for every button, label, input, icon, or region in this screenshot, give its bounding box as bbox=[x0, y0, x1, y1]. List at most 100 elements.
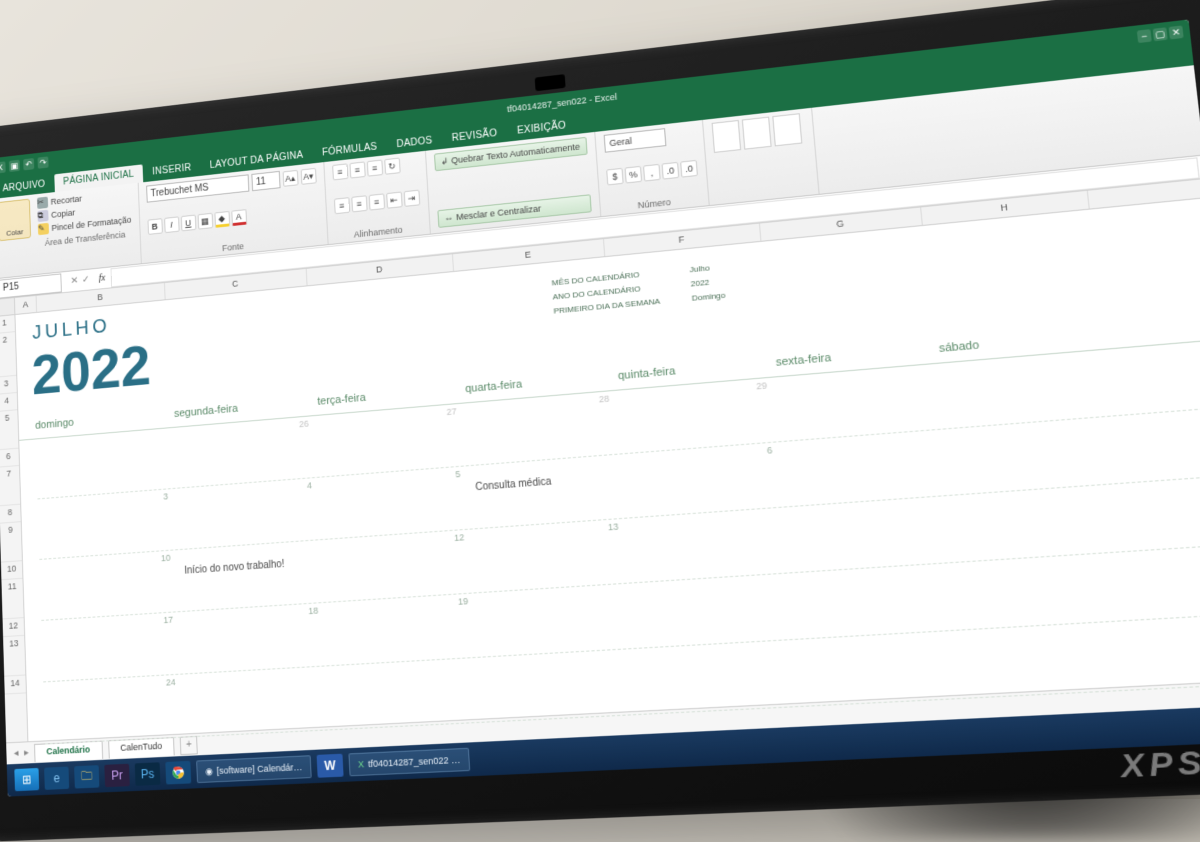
align-bottom-icon[interactable]: ≡ bbox=[366, 160, 382, 177]
cell-styles-button[interactable] bbox=[772, 113, 802, 146]
row-11[interactable]: 11 bbox=[1, 579, 23, 620]
dec-decimal-icon[interactable]: .0 bbox=[680, 159, 698, 177]
day-cell[interactable]: 28 bbox=[466, 391, 623, 466]
premiere-icon[interactable]: Pr bbox=[104, 764, 130, 788]
day-cell[interactable] bbox=[478, 583, 638, 656]
row-2[interactable]: 2 bbox=[0, 332, 16, 378]
day-cell[interactable]: 3 bbox=[38, 489, 180, 559]
indent-inc-icon[interactable]: ⇥ bbox=[403, 190, 420, 207]
day-cell[interactable] bbox=[953, 484, 1131, 562]
day-cell[interactable] bbox=[482, 649, 643, 722]
new-sheet-button[interactable]: + bbox=[180, 735, 198, 754]
row-12[interactable]: 12 bbox=[3, 618, 25, 637]
close-icon[interactable]: ✕ bbox=[1169, 25, 1184, 39]
calendar-grid[interactable]: 26272829 345Consulta médica6 10Início do n… bbox=[36, 342, 1200, 745]
align-right-icon[interactable]: ≡ bbox=[368, 193, 384, 210]
day-cell[interactable] bbox=[940, 349, 1116, 428]
row-7[interactable]: 7 bbox=[0, 466, 20, 506]
day-cell[interactable] bbox=[959, 552, 1138, 629]
save-icon[interactable]: ▣ bbox=[9, 160, 20, 172]
day-cell[interactable] bbox=[777, 364, 946, 441]
day-cell[interactable] bbox=[628, 507, 793, 582]
taskbar-chrome-window[interactable]: ◉ [software] Calendár… bbox=[196, 755, 312, 783]
day-cell[interactable] bbox=[185, 666, 334, 736]
day-cell[interactable]: 18 bbox=[182, 603, 331, 674]
orientation-icon[interactable]: ↻ bbox=[384, 158, 400, 175]
photoshop-icon[interactable]: Ps bbox=[135, 762, 161, 786]
explorer-icon[interactable]: 🗀 bbox=[74, 765, 99, 788]
day-cell[interactable]: 19 bbox=[328, 593, 482, 665]
underline-button[interactable]: U bbox=[180, 215, 196, 232]
row-6[interactable]: 6 bbox=[0, 449, 19, 468]
sheet-nav-prev-icon[interactable]: ◂ bbox=[14, 748, 19, 759]
row-8[interactable]: 8 bbox=[0, 505, 21, 524]
indent-dec-icon[interactable]: ⇤ bbox=[386, 192, 402, 209]
conditional-formatting-button[interactable] bbox=[712, 120, 742, 153]
align-left-icon[interactable]: ≡ bbox=[334, 197, 350, 214]
day-cell[interactable]: Início do novo trabalho! bbox=[180, 540, 328, 611]
align-middle-icon[interactable]: ≡ bbox=[349, 161, 365, 178]
day-cell[interactable]: 12 bbox=[324, 529, 477, 601]
day-cell[interactable]: 13 bbox=[474, 519, 633, 593]
currency-icon[interactable]: $ bbox=[606, 167, 624, 185]
italic-button[interactable]: I bbox=[164, 216, 179, 233]
day-cell[interactable]: Consulta médica bbox=[470, 454, 628, 528]
row-4[interactable]: 4 bbox=[0, 393, 17, 412]
comma-icon[interactable]: , bbox=[643, 163, 661, 181]
day-cell[interactable]: 27 bbox=[318, 403, 470, 476]
day-cell[interactable]: 26 bbox=[175, 416, 322, 488]
row-5[interactable]: 5 bbox=[0, 410, 19, 450]
number-format-select[interactable]: Geral bbox=[604, 128, 667, 153]
day-cell[interactable]: 5 bbox=[321, 466, 474, 539]
decrease-font-icon[interactable]: A▾ bbox=[300, 168, 316, 185]
undo-icon[interactable]: ↶ bbox=[23, 158, 34, 170]
bold-button[interactable]: B bbox=[147, 218, 162, 235]
row-10[interactable]: 10 bbox=[1, 561, 23, 580]
row-13[interactable]: 13 bbox=[3, 636, 25, 677]
cancel-formula-icon[interactable]: ✕ bbox=[70, 275, 78, 286]
day-cell[interactable] bbox=[947, 416, 1124, 494]
day-cell[interactable] bbox=[966, 621, 1146, 698]
taskbar-excel-window[interactable]: X tf04014287_sen022 … bbox=[348, 748, 470, 777]
ie-icon[interactable]: e bbox=[44, 767, 69, 790]
excel-small-icon: X bbox=[358, 759, 365, 770]
day-cell[interactable]: 29 bbox=[619, 377, 782, 453]
day-cell[interactable]: 10 bbox=[39, 550, 182, 620]
border-button[interactable]: ▦ bbox=[197, 213, 213, 230]
row-14[interactable]: 14 bbox=[4, 675, 26, 694]
chrome-icon[interactable] bbox=[165, 761, 191, 785]
paste-button[interactable]: Colar bbox=[0, 199, 31, 242]
day-cell[interactable] bbox=[793, 563, 965, 639]
accept-formula-icon[interactable]: ✓ bbox=[82, 274, 90, 285]
day-cell[interactable]: 24 bbox=[43, 674, 187, 743]
maximize-icon[interactable]: ▢ bbox=[1153, 27, 1168, 41]
increase-font-icon[interactable]: A▴ bbox=[282, 170, 298, 187]
fill-color-button[interactable]: ◆ bbox=[214, 211, 230, 228]
redo-icon[interactable]: ↷ bbox=[37, 156, 48, 168]
format-as-table-button[interactable] bbox=[742, 117, 772, 150]
font-color-button[interactable]: A bbox=[231, 209, 247, 226]
select-all-corner[interactable] bbox=[0, 298, 15, 316]
sheet-nav-next-icon[interactable]: ▸ bbox=[24, 747, 29, 758]
row-9[interactable]: 9 bbox=[0, 522, 22, 562]
day-cell[interactable] bbox=[799, 630, 972, 705]
minimize-icon[interactable]: − bbox=[1137, 29, 1152, 43]
percent-icon[interactable]: % bbox=[625, 165, 643, 183]
day-cell[interactable] bbox=[36, 428, 178, 499]
day-cell[interactable]: 6 bbox=[624, 442, 788, 517]
align-center-icon[interactable]: ≡ bbox=[351, 195, 367, 212]
day-cell[interactable] bbox=[782, 429, 952, 506]
col-A[interactable]: A bbox=[15, 296, 37, 314]
day-cell[interactable]: 17 bbox=[41, 612, 184, 681]
day-cell[interactable] bbox=[638, 640, 805, 714]
day-cell[interactable] bbox=[331, 658, 486, 729]
day-cell[interactable] bbox=[788, 496, 959, 572]
word-icon[interactable]: W bbox=[316, 754, 343, 778]
inc-decimal-icon[interactable]: .0 bbox=[661, 161, 679, 179]
font-size-select[interactable]: 11 bbox=[251, 171, 280, 191]
row-3[interactable]: 3 bbox=[0, 376, 17, 395]
start-button[interactable]: ⊞ bbox=[14, 768, 39, 791]
day-cell[interactable] bbox=[633, 573, 799, 648]
align-top-icon[interactable]: ≡ bbox=[332, 163, 348, 180]
day-cell[interactable]: 4 bbox=[177, 478, 324, 550]
